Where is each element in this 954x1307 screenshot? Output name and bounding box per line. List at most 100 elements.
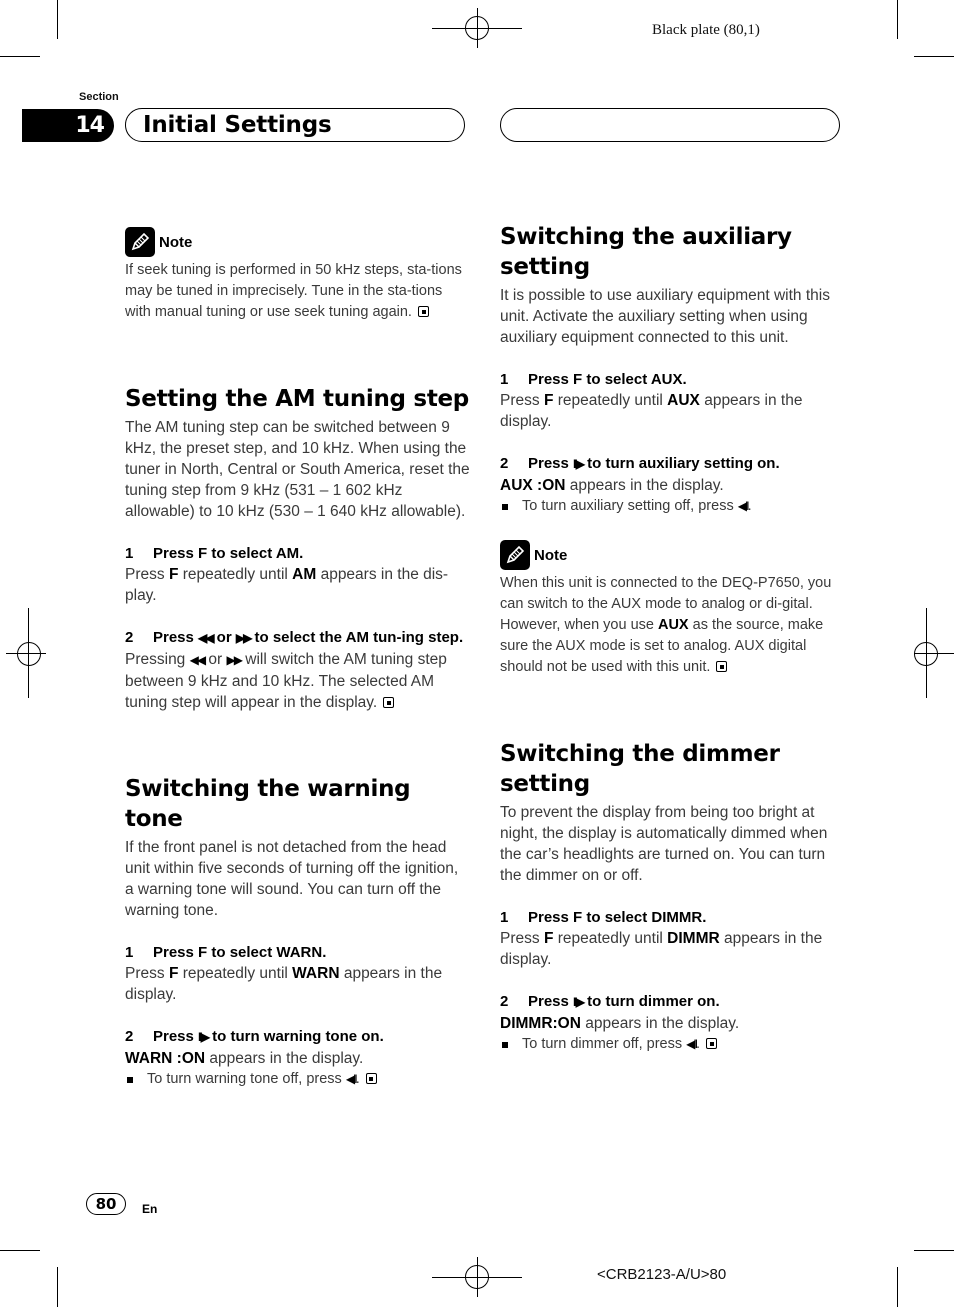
text-run: to select the AM tun-ing step. [250, 629, 464, 646]
text-run: AUX [667, 392, 700, 409]
text-run: 2 [500, 455, 509, 472]
dimmer-step-2-bullet: To turn dimmer off, press ◀II. [500, 1034, 845, 1055]
am-step-intro: The AM tuning step can be switched betwe… [125, 419, 470, 520]
text-run: WARN [292, 965, 340, 982]
text-run: appears in the display. [565, 477, 724, 494]
text-run: AUX [657, 617, 689, 633]
am-step-2-body: Pressing ◀◀ or ▶▶ will switch the AM tun… [125, 649, 470, 713]
am-step-2-title: 2 Press ◀◀ or ▶▶ to select the AM tun-ing… [125, 627, 470, 649]
text-run: To turn dimmer off, press [522, 1036, 687, 1052]
crop-mark [57, 1267, 58, 1307]
crop-mark [0, 1250, 40, 1251]
end-of-section-icon [706, 1038, 718, 1049]
aux-step-1-title: 1 Press F to select AUX. [500, 369, 845, 390]
text-run: Press [153, 629, 199, 646]
back-pause-icon: ◀II [686, 1037, 698, 1051]
crop-mark [57, 0, 58, 39]
warning-heading: Switching the warning tone [125, 776, 411, 832]
text-run: 1 [500, 909, 509, 926]
play-pause-icon: II▶ [573, 995, 585, 1009]
play-pause-icon: II▶ [573, 457, 585, 471]
crop-mark [897, 1267, 898, 1307]
text-run: to turn warning tone on. [207, 1028, 384, 1045]
text-run: Press [528, 993, 574, 1010]
page-number: 80 [86, 1193, 126, 1215]
text-run: . [696, 1036, 701, 1052]
dimmer-intro: To prevent the display from being too br… [500, 804, 828, 884]
dimmer-step-2-status: DIMMR:ON appears in the display. [500, 1013, 845, 1034]
text-run: F [168, 566, 179, 583]
end-of-section-icon [365, 1073, 377, 1084]
am-step-section: Setting the AM tuning step The AM tuning… [125, 384, 470, 713]
text-run: Press [125, 566, 169, 583]
fast-forward-icon: ▶▶ [226, 653, 244, 667]
warning-step-1-body: Press F repeatedly until WARN appears in… [125, 963, 470, 1005]
text-run: F [543, 392, 554, 409]
dimmer-step-1-title: 1 Press F to select DIMMR. [500, 907, 845, 928]
text-run: repeatedly until [178, 566, 293, 583]
note-header: Note [125, 227, 470, 257]
section-label: Section [79, 91, 119, 103]
text-run: . [355, 1071, 360, 1087]
text-run: AUX :ON [500, 477, 566, 494]
warning-step-2-status: WARN :ON appears in the display. [125, 1048, 470, 1069]
note-text: When this unit is connected to the DEQ-P… [500, 573, 845, 678]
text-run: or [212, 629, 236, 646]
text-run: repeatedly until [553, 930, 668, 947]
text-run: Pressing [125, 651, 190, 668]
left-column: Note If seek tuning is performed in 50 k… [125, 0, 470, 1090]
section-number-tab: 14 [22, 109, 114, 142]
right-column: Switching the auxiliary setting It is po… [500, 0, 845, 1055]
text-run: Press F to select AUX. [528, 371, 687, 388]
dimmer-heading: Switching the dimmer setting [500, 741, 780, 797]
text-run: 2 [125, 629, 134, 646]
text-run: F [543, 930, 554, 947]
crop-mark [0, 56, 40, 57]
warning-section: Switching the warning tone If the front … [125, 774, 470, 1090]
warning-step-1-title: 1 Press F to select WARN. [125, 942, 470, 963]
text-run: to turn dimmer on. [582, 993, 720, 1010]
rewind-icon: ◀◀ [189, 653, 207, 667]
warning-step-2-title: 2 Press II▶ to turn warning tone on. [125, 1026, 470, 1048]
aux-intro: It is possible to use auxiliary equipmen… [500, 287, 830, 346]
note-label: Note [159, 233, 193, 251]
text-run: 1 [125, 944, 134, 961]
aux-step-2-status: AUX :ON appears in the display. [500, 475, 845, 496]
registration-circle [914, 642, 938, 666]
text-run: Press [125, 965, 169, 982]
text-run: F [168, 965, 179, 982]
back-pause-icon: ◀II [345, 1072, 358, 1086]
pencil-note-icon [125, 227, 155, 257]
text-run: 1 [500, 371, 509, 388]
text-run: repeatedly until [178, 965, 293, 982]
note-label: Note [534, 546, 568, 564]
aux-note-block: Note When this unit is connected to the … [500, 540, 845, 678]
document-code: <CRB2123-A/U>80 [597, 1266, 727, 1283]
text-run: to turn auxiliary setting on. [582, 455, 780, 472]
note-text: If seek tuning is performed in 50 kHz st… [125, 262, 462, 320]
text-run: Press F to select WARN. [153, 944, 327, 961]
text-run: or [204, 651, 227, 668]
text-run: WARN :ON [125, 1050, 206, 1067]
end-of-section-icon [418, 306, 429, 317]
text-run: DIMMR:ON [500, 1015, 581, 1032]
note-header: Note [500, 540, 845, 570]
text-run: 2 [125, 1028, 134, 1045]
dimmer-step-1-body: Press F repeatedly until DIMMR appears i… [500, 928, 845, 970]
rewind-icon: ◀◀ [198, 631, 215, 645]
am-step-1-body: Press F repeatedly until AM appears in t… [125, 564, 470, 606]
aux-step-2-bullet: To turn auxiliary setting off, press ◀II… [500, 496, 845, 517]
text-run: AM [292, 566, 317, 583]
text-run: Press [528, 455, 574, 472]
end-of-section-icon [716, 661, 728, 672]
aux-section: Switching the auxiliary setting It is po… [500, 222, 845, 678]
dimmer-step-2-title: 2 Press II▶ to turn dimmer on. [500, 991, 845, 1013]
text-run: Press [500, 392, 544, 409]
play-pause-icon: II▶ [198, 1030, 210, 1044]
registration-circle [465, 1265, 489, 1289]
text-run: Press F to select DIMMR. [528, 909, 707, 926]
text-run: To turn auxiliary setting off, press [522, 498, 738, 514]
text-run: 2 [500, 993, 509, 1010]
language-code: En [142, 1202, 158, 1216]
text-run: DIMMR [667, 930, 720, 947]
